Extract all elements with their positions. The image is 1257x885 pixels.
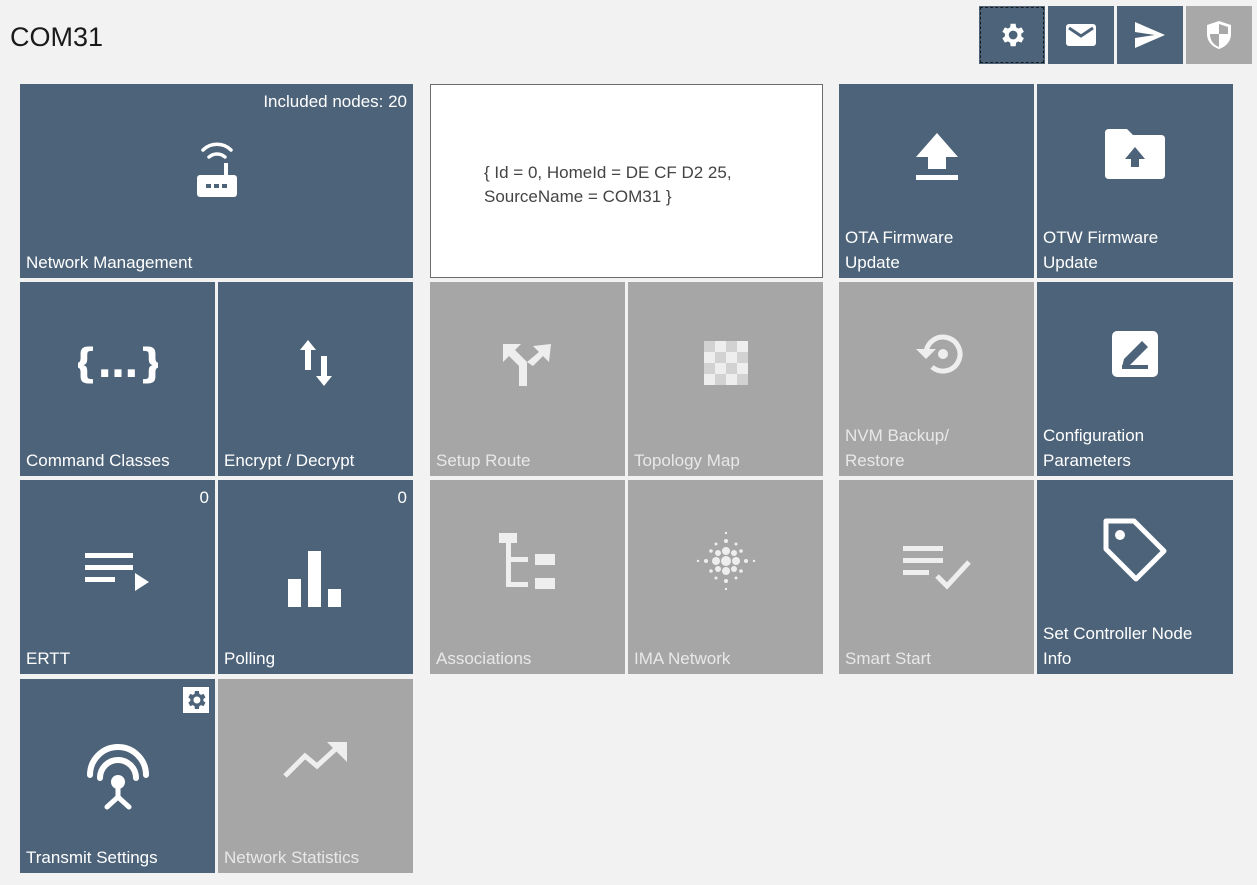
tile-ota-firmware-update[interactable]: OTA Firmware Update [839, 84, 1034, 278]
edit-box-icon [1112, 330, 1158, 377]
tile-associations[interactable]: Associations [430, 480, 625, 674]
tile-command-classes[interactable]: {…} Command Classes [20, 282, 215, 476]
ertt-count-badge: 0 [199, 488, 209, 507]
tile-label-line: Configuration [1043, 426, 1145, 445]
tile-topology-map[interactable]: Topology Map [628, 282, 823, 476]
send-arrow-icon [1135, 22, 1165, 48]
tile-ertt[interactable]: 0 ERTT [20, 480, 215, 674]
trend-up-icon [282, 742, 347, 779]
tile-setup-route[interactable]: Setup Route [430, 282, 625, 476]
tile-label: Set Controller Node Info [1043, 621, 1227, 671]
up-down-arrows-icon [299, 340, 332, 387]
list-play-icon [84, 553, 149, 592]
tile-configuration-parameters[interactable]: Configuration Parameters [1037, 282, 1233, 476]
tile-label-line: Update [1043, 253, 1098, 272]
tile-label: IMA Network [634, 649, 731, 668]
tile-ima-network[interactable]: IMA Network [628, 480, 823, 674]
tile-smart-start[interactable]: Smart Start [839, 480, 1034, 674]
tile-label-line: Set Controller Node [1043, 624, 1193, 643]
tile-encrypt-decrypt[interactable]: Encrypt / Decrypt [218, 282, 413, 476]
shield-icon [1207, 21, 1231, 49]
upload-icon [915, 132, 958, 180]
svg-text:{…}: {…} [78, 341, 158, 387]
folder-upload-icon [1105, 128, 1165, 179]
tile-polling[interactable]: 0 Polling [218, 480, 413, 674]
tile-label: OTW Firmware Update [1043, 225, 1227, 275]
envelope-icon [1066, 24, 1096, 46]
tile-label-line: Restore [845, 451, 905, 470]
tile-otw-firmware-update[interactable]: OTW Firmware Update [1037, 84, 1233, 278]
polling-count-badge: 0 [397, 488, 407, 507]
router-wifi-icon [196, 142, 237, 198]
tile-label-line: OTW Firmware [1043, 228, 1159, 247]
braces-icon: {…} [78, 341, 158, 387]
gear-icon [1002, 23, 1024, 47]
tile-network-statistics[interactable]: Network Statistics [218, 679, 413, 873]
tile-label: Smart Start [845, 649, 931, 668]
tile-network-management[interactable]: Included nodes: 20 Network Management [20, 84, 413, 278]
controller-info-line: { Id = 0, HomeId = DE CF D2 25, [484, 163, 732, 182]
tag-icon [1103, 518, 1167, 582]
tile-label: Transmit Settings [26, 848, 158, 867]
tile-label: NVM Backup/ Restore [845, 423, 1028, 473]
tile-nvm-backup-restore[interactable]: NVM Backup/ Restore [839, 282, 1034, 476]
tile-label: Network Management [26, 253, 193, 272]
tree-icon [498, 533, 555, 590]
settings-button[interactable] [979, 6, 1045, 64]
included-nodes-badge: Included nodes: 20 [263, 92, 407, 111]
antenna-icon [86, 744, 149, 810]
tile-label: ERTT [26, 649, 71, 668]
route-fork-icon [502, 344, 551, 387]
restore-icon [915, 334, 962, 374]
tile-label-line: Parameters [1043, 451, 1131, 470]
tile-label: OTA Firmware Update [845, 225, 1028, 275]
send-button[interactable] [1117, 6, 1183, 64]
tile-transmit-settings[interactable]: Transmit Settings [20, 679, 215, 873]
tile-label: Command Classes [26, 451, 170, 470]
tile-set-controller-node-info[interactable]: Set Controller Node Info [1037, 480, 1233, 674]
tile-label: Topology Map [634, 451, 740, 470]
security-button[interactable] [1186, 6, 1252, 64]
tile-label: Network Statistics [224, 848, 360, 867]
bar-chart-icon [287, 550, 341, 607]
controller-info-line: SourceName = COM31 } [484, 187, 672, 206]
tile-label-line: Update [845, 253, 900, 272]
window-title: COM31 [10, 22, 104, 52]
list-check-icon [902, 546, 971, 590]
controller-info-box: { Id = 0, HomeId = DE CF D2 25, SourceNa… [430, 84, 823, 278]
tile-label-line: OTA Firmware [845, 228, 954, 247]
checker-grid-icon [703, 341, 748, 386]
gear-icon[interactable] [183, 687, 209, 713]
mail-button[interactable] [1048, 6, 1114, 64]
tile-label: Configuration Parameters [1043, 423, 1227, 473]
tile-label: Associations [436, 649, 532, 668]
tile-label: Encrypt / Decrypt [224, 451, 355, 470]
tile-label-line: Info [1043, 649, 1072, 668]
tile-label: Setup Route [436, 451, 531, 470]
tile-label: Polling [224, 649, 276, 668]
controller-info-text: { Id = 0, HomeId = DE CF D2 25, SourceNa… [484, 161, 804, 209]
tile-label-line: NVM Backup/ [845, 426, 949, 445]
dot-sphere-icon [696, 532, 755, 591]
